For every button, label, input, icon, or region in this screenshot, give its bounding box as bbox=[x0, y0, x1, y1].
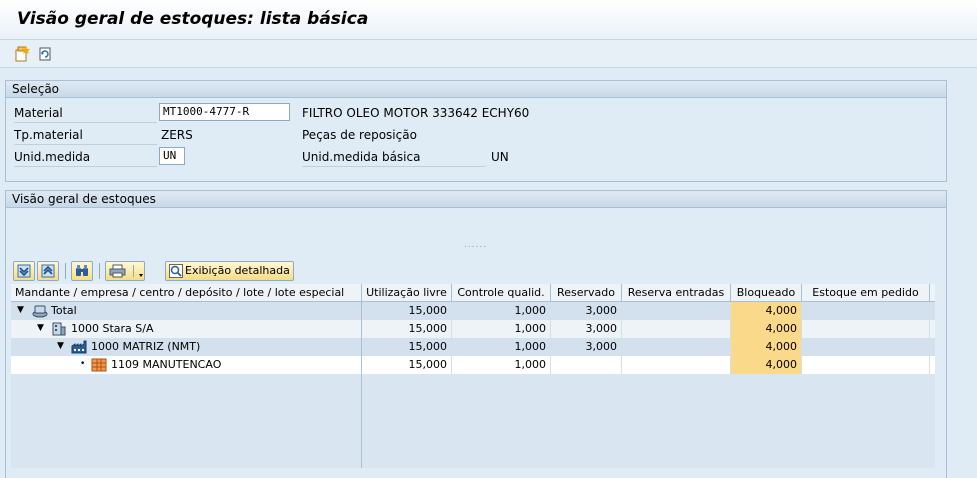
table-row[interactable]: ▼ 1000 Stara S/A 15,000 1,000 3,000 4,00… bbox=[11, 320, 935, 338]
splitter-handle[interactable]: ...... bbox=[464, 240, 487, 250]
application-toolbar bbox=[0, 40, 977, 68]
column-header-reserved[interactable]: Reservado bbox=[551, 284, 622, 302]
expand-all-button[interactable] bbox=[13, 261, 35, 281]
toolbar-separator bbox=[99, 263, 100, 279]
collapse-all-icon bbox=[41, 264, 55, 278]
base-unit-value: UN bbox=[491, 150, 509, 164]
cell-blocked: 4,000 bbox=[731, 356, 802, 374]
tree-node-label: Total bbox=[51, 304, 77, 317]
cell-unrestricted: 15,000 bbox=[362, 356, 452, 374]
magnifier-icon bbox=[169, 264, 183, 278]
cell-quality: 1,000 bbox=[452, 356, 551, 374]
tpmaterial-label: Tp.material bbox=[14, 128, 83, 142]
tree-node-plant[interactable]: ▼ 1000 MATRIZ (NMT) bbox=[11, 338, 362, 356]
material-label: Material bbox=[14, 106, 63, 120]
selection-group: Seleção Material MT1000-4777-R FILTRO OL… bbox=[5, 80, 947, 182]
tree-node-label: 1000 Stara S/A bbox=[71, 322, 154, 335]
cell-reserved: 3,000 bbox=[551, 302, 622, 320]
client-icon bbox=[32, 305, 48, 318]
tpmaterial-value: ZERS bbox=[161, 128, 193, 142]
tree-node-storage-location[interactable]: • 1109 MANUTENCAO bbox=[11, 356, 362, 374]
tree-node-label: 1000 MATRIZ (NMT) bbox=[91, 340, 201, 353]
company-icon bbox=[52, 322, 66, 336]
material-input[interactable]: MT1000-4777-R bbox=[159, 103, 290, 121]
find-button[interactable] bbox=[71, 261, 93, 281]
label-underline bbox=[14, 144, 157, 145]
grid-header-row: Mandante / empresa / centro / depósito /… bbox=[11, 284, 935, 302]
label-underline bbox=[14, 122, 157, 123]
refresh-icon[interactable] bbox=[36, 45, 54, 63]
table-row[interactable]: • 1109 MANUTENCAO 15,000 1,000 4,000 bbox=[11, 356, 935, 374]
binoculars-icon bbox=[76, 265, 88, 276]
stock-overview-group: Visão geral de estoques ...... Exibição … bbox=[5, 190, 947, 478]
column-header-quality[interactable]: Controle qualid. bbox=[452, 284, 551, 302]
cell-blocked: 4,000 bbox=[731, 320, 802, 338]
base-unit-label: Unid.medida básica bbox=[302, 150, 421, 164]
material-description: FILTRO OLEO MOTOR 333642 ECHY60 bbox=[302, 106, 530, 120]
detail-view-label: Exibição detalhada bbox=[185, 264, 290, 277]
cell-reserved-receipts bbox=[622, 338, 731, 356]
selection-header: Seleção bbox=[6, 81, 946, 98]
unit-input[interactable]: UN bbox=[159, 147, 185, 165]
cell-on-order bbox=[802, 356, 930, 374]
collapse-all-button[interactable] bbox=[37, 261, 59, 281]
stock-tree-grid: Mandante / empresa / centro / depósito /… bbox=[11, 284, 935, 468]
leaf-bullet-icon: • bbox=[80, 359, 86, 369]
storage-location-icon bbox=[91, 358, 107, 372]
table-row[interactable]: ▼ Total 15,000 1,000 3,000 4,000 bbox=[11, 302, 935, 320]
column-header-unrestricted[interactable]: Utilização livre bbox=[362, 284, 452, 302]
printer-icon bbox=[109, 264, 126, 278]
column-header-on-order[interactable]: Estoque em pedido bbox=[802, 284, 930, 302]
cell-reserved-receipts bbox=[622, 320, 731, 338]
cell-on-order bbox=[802, 302, 930, 320]
cell-unrestricted: 15,000 bbox=[362, 320, 452, 338]
expand-arrow-icon[interactable]: ▼ bbox=[17, 302, 24, 319]
toolbar-separator bbox=[65, 263, 66, 279]
plant-icon bbox=[71, 340, 87, 354]
cell-reserved: 3,000 bbox=[551, 338, 622, 356]
cell-reserved bbox=[551, 356, 622, 374]
detail-view-button[interactable]: Exibição detalhada bbox=[165, 261, 294, 281]
cell-reserved-receipts bbox=[622, 356, 731, 374]
expand-arrow-icon[interactable]: ▼ bbox=[37, 320, 44, 337]
cell-blocked: 4,000 bbox=[731, 302, 802, 320]
cell-on-order bbox=[802, 338, 930, 356]
label-underline bbox=[14, 166, 157, 167]
column-header-reserved-receipts[interactable]: Reserva entradas bbox=[622, 284, 731, 302]
dropdown-arrow-icon[interactable] bbox=[133, 265, 143, 277]
table-row[interactable]: ▼ 1000 MATRIZ (NMT) 15,000 1,000 3,000 4… bbox=[11, 338, 935, 356]
title-bar: Visão geral de estoques: lista básica bbox=[0, 0, 977, 40]
tree-node-label: 1109 MANUTENCAO bbox=[111, 358, 222, 371]
cell-on-order bbox=[802, 320, 930, 338]
cell-reserved-receipts bbox=[622, 302, 731, 320]
cell-reserved: 3,000 bbox=[551, 320, 622, 338]
tpmaterial-description: Peças de reposição bbox=[302, 128, 417, 142]
cell-blocked: 4,000 bbox=[731, 338, 802, 356]
tree-node-total[interactable]: ▼ Total bbox=[11, 302, 362, 320]
cell-unrestricted: 15,000 bbox=[362, 302, 452, 320]
cell-quality: 1,000 bbox=[452, 338, 551, 356]
column-header-hierarchy[interactable]: Mandante / empresa / centro / depósito /… bbox=[11, 284, 362, 302]
stock-overview-header: Visão geral de estoques bbox=[6, 191, 946, 208]
cell-quality: 1,000 bbox=[452, 320, 551, 338]
column-header-blocked[interactable]: Bloqueado bbox=[731, 284, 802, 302]
unit-label: Unid.medida bbox=[14, 150, 91, 164]
print-menu-button[interactable] bbox=[105, 261, 145, 281]
cell-unrestricted: 15,000 bbox=[362, 338, 452, 356]
label-underline bbox=[302, 166, 485, 167]
tree-node-company[interactable]: ▼ 1000 Stara S/A bbox=[11, 320, 362, 338]
cell-quality: 1,000 bbox=[452, 302, 551, 320]
page-title: Visão geral de estoques: lista básica bbox=[17, 9, 369, 29]
new-document-icon[interactable] bbox=[13, 45, 31, 63]
expand-arrow-icon[interactable]: ▼ bbox=[57, 338, 64, 355]
expand-all-icon bbox=[17, 264, 31, 278]
